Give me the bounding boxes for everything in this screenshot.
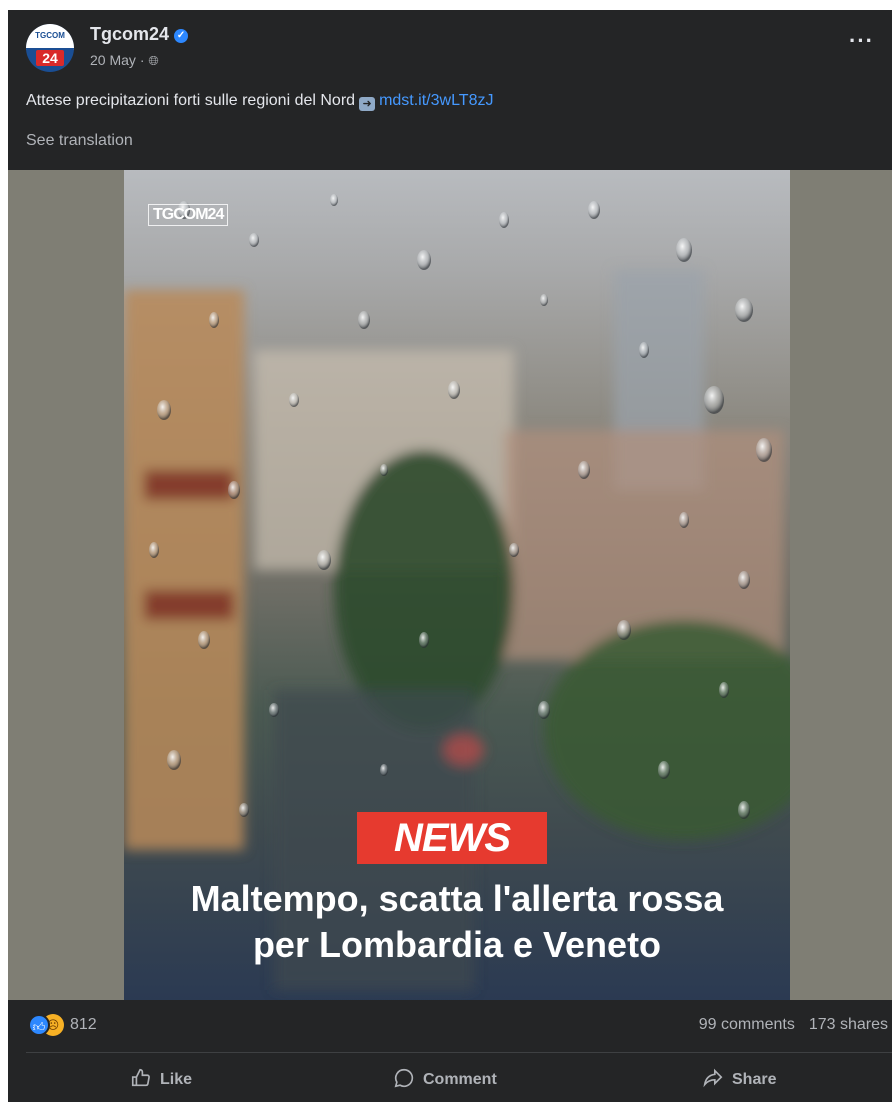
arrow-right-icon: ➜ bbox=[359, 97, 376, 111]
verified-badge-icon: ✓ bbox=[174, 29, 189, 43]
avatar-number: 24 bbox=[36, 50, 64, 66]
share-arrow-icon bbox=[702, 1067, 724, 1094]
comment-bubble-icon bbox=[393, 1067, 415, 1094]
engagement-counts: 99 comments 173 shares bbox=[699, 1016, 888, 1034]
page-name-row: Tgcom24 ✓ bbox=[90, 24, 189, 45]
see-translation-link[interactable]: See translation bbox=[26, 132, 133, 150]
divider bbox=[26, 1052, 892, 1053]
caption-text: Attese precipitazioni forti sulle region… bbox=[26, 92, 356, 109]
like-button[interactable]: Like bbox=[130, 1064, 192, 1096]
news-badge: NEWS bbox=[357, 812, 547, 864]
globe-icon[interactable]: 🌐︎ bbox=[148, 53, 158, 68]
share-button[interactable]: Share bbox=[702, 1064, 776, 1096]
share-label: Share bbox=[732, 1071, 777, 1088]
reaction-count[interactable]: 812 bbox=[70, 1016, 97, 1034]
like-label: Like bbox=[160, 1071, 193, 1088]
page-name-link[interactable]: Tgcom24 bbox=[90, 24, 169, 44]
like-reaction-icon: 👍︎ bbox=[28, 1014, 50, 1036]
headline-line-1: Maltempo, scatta l'allerta rossa bbox=[190, 878, 724, 919]
post-date[interactable]: 20 May bbox=[90, 52, 136, 68]
avatar-top-text: TGCOM bbox=[26, 24, 74, 50]
comments-count[interactable]: 99 comments bbox=[699, 1016, 795, 1033]
post-caption: Attese precipitazioni forti sulle region… bbox=[26, 92, 493, 111]
page-avatar[interactable]: TGCOM 24 bbox=[26, 24, 74, 72]
more-options-icon[interactable]: ··· bbox=[849, 30, 874, 52]
comment-label: Comment bbox=[423, 1071, 497, 1088]
comment-button[interactable]: Comment bbox=[393, 1064, 497, 1096]
post-image-area[interactable]: TGCOM24 NEWS Maltempo, scatta l'allerta … bbox=[8, 170, 892, 1000]
caption-link[interactable]: mdst.it/3wLT8zJ bbox=[379, 92, 493, 109]
meta-separator: · bbox=[139, 52, 145, 68]
thumbs-up-icon bbox=[130, 1067, 152, 1094]
image-headline: Maltempo, scatta l'allerta rossa per Lom… bbox=[124, 876, 790, 968]
post-meta: 20 May · 🌐︎ bbox=[90, 52, 159, 69]
headline-line-2: per Lombardia e Veneto bbox=[252, 924, 662, 965]
channel-watermark: TGCOM24 bbox=[148, 204, 229, 226]
post-photo[interactable]: TGCOM24 NEWS Maltempo, scatta l'allerta … bbox=[124, 170, 790, 1000]
shares-count[interactable]: 173 shares bbox=[809, 1016, 888, 1033]
facebook-post: TGCOM 24 Tgcom24 ✓ 20 May · 🌐︎ ··· Attese… bbox=[8, 10, 892, 1102]
